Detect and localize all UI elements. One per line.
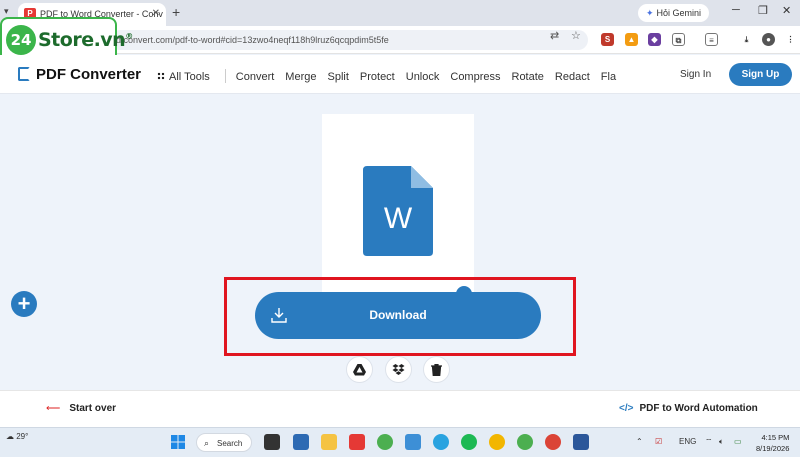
- extensions-puzzle-icon[interactable]: ⧉: [672, 33, 685, 46]
- dropbox-icon: [392, 364, 405, 375]
- new-tab-button[interactable]: +: [172, 4, 180, 20]
- taskbar-clock[interactable]: 4:15 PM 8/19/2026: [756, 432, 789, 454]
- delete-button[interactable]: [423, 356, 450, 383]
- taskbar-search[interactable]: ⌕ Search: [196, 433, 252, 452]
- nav-redact[interactable]: Redact: [555, 71, 590, 83]
- profile-avatar[interactable]: ●: [762, 33, 775, 46]
- nav-rotate[interactable]: Rotate: [512, 71, 544, 83]
- close-tab-icon[interactable]: ✕: [152, 8, 160, 19]
- chrome-profile-icon[interactable]: [489, 434, 505, 450]
- gemini-button[interactable]: ✦ Hỏi Gemini: [638, 4, 710, 22]
- site-header: PDF Converter All Tools Convert Merge Split…: [0, 55, 800, 94]
- wifi-icon[interactable]: ⌔: [705, 437, 713, 447]
- sign-up-button[interactable]: Sign Up: [729, 63, 792, 86]
- windows-start-icon[interactable]: [170, 434, 186, 450]
- extension-arrow-icon[interactable]: ▲: [625, 33, 638, 46]
- bookmark-star-icon[interactable]: ☆: [571, 29, 581, 42]
- brand-name: PDF Converter: [36, 66, 142, 83]
- doc-letter: W: [384, 202, 413, 235]
- watermark-badge: 24: [6, 25, 36, 55]
- google-drive-button[interactable]: [346, 356, 373, 383]
- browser-menu-icon[interactable]: ⋮: [784, 33, 797, 46]
- nav-compress[interactable]: Compress: [450, 71, 500, 83]
- start-over-label: Start over: [69, 403, 117, 414]
- close-window-button[interactable]: ✕: [782, 4, 791, 17]
- word-app-icon[interactable]: [573, 434, 589, 450]
- notepad-icon[interactable]: [405, 434, 421, 450]
- all-tools-label: All Tools: [169, 71, 210, 83]
- clock-time: 4:15 PM: [761, 433, 790, 442]
- watermark-reg: ®: [125, 31, 133, 41]
- nav-merge[interactable]: Merge: [285, 71, 316, 83]
- telegram-icon[interactable]: [433, 434, 449, 450]
- trash-icon: [431, 363, 442, 377]
- nav-divider: [224, 69, 226, 83]
- word-document-icon: W: [363, 166, 433, 256]
- extension-s-icon[interactable]: S: [601, 33, 614, 46]
- brand-logo[interactable]: PDF Converter: [18, 66, 141, 83]
- downloads-icon[interactable]: ⤓: [740, 33, 753, 46]
- chrome-alt-icon[interactable]: [517, 434, 533, 450]
- tab-search-icon[interactable]: ▾: [4, 6, 9, 17]
- file-preview-card: W: [322, 114, 474, 294]
- clock-date: 8/19/2026: [756, 444, 790, 453]
- weather-temp: 29°: [16, 432, 29, 441]
- automation-link[interactable]: </> PDF to Word Automation: [619, 403, 758, 414]
- watermark-text: Store.vn®: [38, 29, 133, 51]
- extension-diamond-icon[interactable]: ◆: [648, 33, 661, 46]
- battery-icon[interactable]: ▭: [734, 437, 742, 446]
- automation-label: PDF to Word Automation: [639, 403, 758, 414]
- nav-all-tools[interactable]: All Tools: [157, 71, 210, 83]
- page-footer: ⟵ Start over </> PDF to Word Automation: [0, 390, 800, 427]
- nav-unlock[interactable]: Unlock: [406, 71, 440, 83]
- chrome-icon[interactable]: [377, 434, 393, 450]
- spotify-icon[interactable]: [461, 434, 477, 450]
- nav-protect[interactable]: Protect: [360, 71, 395, 83]
- cloud-icon: ☁: [6, 432, 14, 441]
- nav-split[interactable]: Split: [327, 71, 348, 83]
- gemini-label: Hỏi Gemini: [656, 8, 702, 18]
- translate-icon[interactable]: ⇄: [550, 29, 559, 42]
- store-icon[interactable]: [293, 434, 309, 450]
- youtube-icon[interactable]: [349, 434, 365, 450]
- start-over-link[interactable]: ⟵ Start over: [46, 403, 116, 414]
- weather-widget[interactable]: ☁ 29°: [6, 432, 28, 441]
- tray-chevron-icon[interactable]: ⌃: [636, 437, 643, 446]
- antivirus-icon[interactable]: ☑: [655, 437, 662, 446]
- windows-taskbar: ☁ 29° ⌕ Search ⌃ ☑ ENG ⌔ 🔈︎ ▭ 4:15 PM 8/1…: [0, 427, 800, 457]
- add-file-button[interactable]: +: [11, 291, 37, 317]
- reading-list-icon[interactable]: ≡: [705, 33, 718, 46]
- chrome-third-icon[interactable]: [545, 434, 561, 450]
- search-icon: ⌕: [204, 438, 210, 448]
- google-drive-icon: [353, 364, 366, 376]
- code-icon: </>: [619, 403, 634, 414]
- dropbox-button[interactable]: [385, 356, 412, 383]
- pdf-logo-icon: [18, 67, 30, 81]
- watermark-brand: Store.vn: [38, 29, 126, 51]
- search-label: Search: [217, 439, 243, 448]
- grid-icon: [157, 72, 165, 80]
- main-nav: All Tools Convert Merge Split Protect Unlock C…: [157, 69, 627, 83]
- language-indicator[interactable]: ENG: [679, 437, 696, 446]
- highlight-box: [224, 277, 576, 356]
- sign-in-link[interactable]: Sign In: [680, 69, 711, 80]
- task-view-icon[interactable]: [264, 434, 280, 450]
- gemini-sparkle-icon: ✦: [646, 8, 654, 18]
- volume-icon[interactable]: 🔈︎: [719, 437, 724, 447]
- url-field[interactable]: dfconvert.com/pdf-to-word#cid=13zwo4neqf…: [110, 30, 588, 50]
- nav-convert[interactable]: Convert: [236, 71, 275, 83]
- minimize-button[interactable]: ─: [732, 4, 740, 16]
- file-explorer-icon[interactable]: [321, 434, 337, 450]
- maximize-button[interactable]: ❐: [758, 4, 768, 17]
- arrow-left-icon: ⟵: [46, 403, 61, 414]
- browser-tab-strip: ▾ P PDF to Word Converter - Conv ✕ + ✦ Hỏ…: [0, 0, 800, 26]
- nav-flatten[interactable]: Fla: [601, 71, 616, 83]
